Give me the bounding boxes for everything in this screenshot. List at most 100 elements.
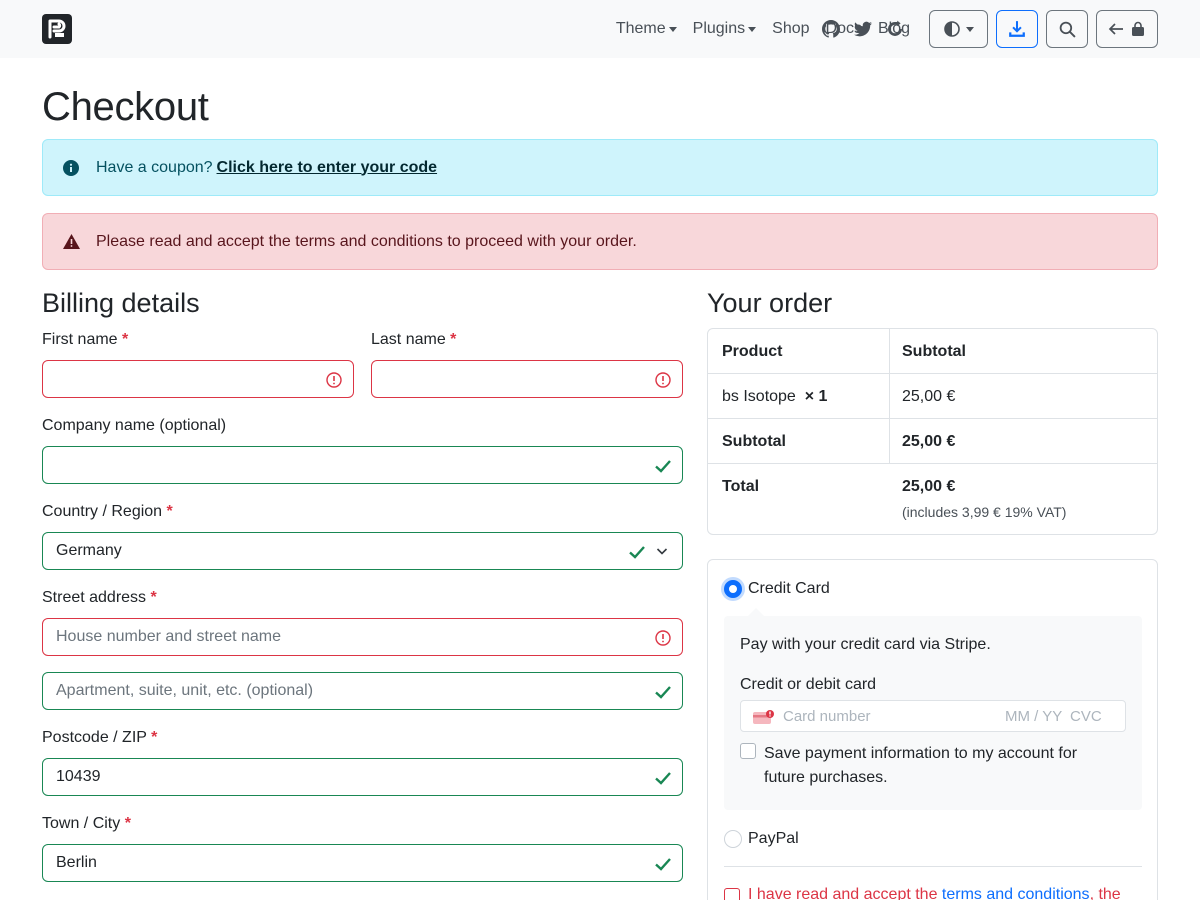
- caret-down-icon: [748, 27, 757, 32]
- billing-title: Billing details: [42, 288, 200, 318]
- item-name: bs Isotope: [722, 388, 796, 405]
- total-value: 25,00 €: [902, 478, 956, 495]
- terms-checkbox[interactable]: [724, 888, 740, 900]
- search-button[interactable]: [1046, 10, 1088, 48]
- item-cell: bs Isotope × 1: [722, 388, 827, 406]
- terms-link[interactable]: terms and conditions: [942, 886, 1090, 900]
- city-field[interactable]: Berlin: [42, 844, 683, 882]
- coupon-link[interactable]: Click here to enter your code: [217, 159, 438, 177]
- postcode-label-text: Postcode / ZIP: [42, 729, 147, 746]
- search-icon: [1059, 21, 1076, 38]
- github-icon[interactable]: [822, 20, 840, 38]
- stripe-box-arrow: [748, 608, 764, 616]
- check-icon: [655, 686, 671, 699]
- card-cvc-placeholder: CVC: [1070, 708, 1102, 725]
- navbar: Theme Plugins Shop Docs Blog: [0, 0, 1200, 58]
- refresh-icon[interactable]: [886, 20, 904, 38]
- check-icon: [655, 460, 671, 473]
- street2-placeholder: Apartment, suite, unit, etc. (optional): [56, 682, 314, 699]
- required-mark: *: [124, 815, 131, 832]
- table-row: bs Isotope × 1 25,00 €: [708, 374, 1157, 419]
- paypal-label[interactable]: PayPal: [748, 830, 799, 848]
- coupon-alert: Have a coupon? Click here to enter your …: [42, 139, 1158, 196]
- required-mark: *: [166, 503, 173, 520]
- save-payment-label[interactable]: Save payment information to my account f…: [764, 742, 1077, 790]
- company-field[interactable]: [42, 446, 683, 484]
- last-name-label: Last name *: [371, 331, 456, 349]
- first-name-field[interactable]: [42, 360, 354, 398]
- twitter-icon[interactable]: [854, 20, 872, 38]
- theme-toggle-button[interactable]: [929, 10, 988, 48]
- order-title: Your order: [707, 288, 833, 318]
- total-label: Total: [722, 478, 760, 495]
- required-mark: *: [150, 589, 157, 606]
- error-circle-icon: [655, 372, 671, 388]
- street-address-2-field[interactable]: Apartment, suite, unit, etc. (optional): [42, 672, 683, 710]
- payment-methods: Credit Card Pay with your credit card vi…: [707, 559, 1158, 900]
- info-icon: [63, 159, 81, 177]
- country-value: Germany: [56, 542, 122, 559]
- subtotal-row: Subtotal 25,00 €: [708, 419, 1157, 464]
- city-value: Berlin: [56, 854, 97, 871]
- card-number-input[interactable]: Card number MM / YY CVC: [740, 700, 1126, 732]
- required-mark: *: [151, 729, 158, 746]
- coupon-text: Have a coupon?: [96, 158, 213, 176]
- error-circle-icon: [655, 630, 671, 646]
- save-payment-line1: Save payment information to my account f…: [764, 745, 1078, 762]
- country-label-text: Country / Region: [42, 503, 163, 520]
- error-circle-icon: [326, 372, 342, 388]
- download-button[interactable]: [996, 10, 1038, 48]
- nav-theme-label: Theme: [615, 20, 666, 37]
- check-icon: [655, 858, 671, 871]
- city-label-text: Town / City: [42, 815, 121, 832]
- stripe-payment-box: Pay with your credit card via Stripe. Cr…: [724, 616, 1142, 810]
- social-icons: [822, 0, 904, 58]
- nav-plugins[interactable]: Plugins: [693, 20, 757, 38]
- postcode-field[interactable]: 10439: [42, 758, 683, 796]
- check-icon: [655, 772, 671, 785]
- country-label: Country / Region *: [42, 503, 173, 521]
- postcode-value: 10439: [56, 768, 101, 785]
- company-label: Company name (optional): [42, 417, 227, 434]
- terms-prefix: I have read and accept the: [748, 886, 938, 900]
- nav-shop[interactable]: Shop: [772, 20, 809, 38]
- item-qty: × 1: [804, 388, 828, 405]
- street-address-field[interactable]: House number and street name: [42, 618, 683, 656]
- first-name-label-text: First name: [42, 331, 118, 348]
- first-name-label: First name *: [42, 331, 128, 349]
- subtotal-label: Subtotal: [722, 433, 786, 450]
- stripe-description: Pay with your credit card via Stripe.: [740, 636, 991, 653]
- save-payment-checkbox[interactable]: [740, 743, 756, 759]
- terms-error-alert: Please read and accept the terms and con…: [42, 213, 1158, 270]
- city-label: Town / City *: [42, 815, 131, 833]
- last-name-field[interactable]: [371, 360, 683, 398]
- last-name-label-text: Last name: [371, 331, 446, 348]
- terms-label[interactable]: I have read and accept the terms and con…: [748, 886, 1121, 900]
- header-subtotal: Subtotal: [902, 343, 966, 360]
- card-number-placeholder: Card number: [783, 708, 871, 725]
- order-summary-table: Product Subtotal bs Isotope × 1 25,00 € …: [707, 328, 1158, 535]
- country-select[interactable]: Germany: [42, 532, 683, 570]
- terms-suffix: , the: [1089, 886, 1121, 900]
- payment-divider: [724, 866, 1142, 867]
- card-label: Credit or debit card: [740, 676, 877, 693]
- cart-button[interactable]: [1096, 10, 1158, 48]
- page-title: Checkout: [42, 85, 209, 129]
- required-mark: *: [122, 331, 129, 348]
- credit-card-radio[interactable]: [724, 580, 742, 598]
- download-icon: [1009, 21, 1025, 37]
- required-mark: *: [450, 331, 457, 348]
- vat-note: (includes 3,99 € 19% VAT): [902, 504, 1067, 520]
- nav-theme[interactable]: Theme: [616, 20, 677, 38]
- item-price: 25,00 €: [902, 388, 956, 405]
- street-placeholder: House number and street name: [56, 628, 282, 645]
- total-row: Total 25,00 €: [708, 464, 1157, 509]
- paypal-radio[interactable]: [724, 830, 742, 848]
- header-product: Product: [722, 343, 783, 360]
- nav-shop-label: Shop: [772, 20, 810, 37]
- credit-card-label[interactable]: Credit Card: [748, 580, 830, 598]
- postcode-label: Postcode / ZIP *: [42, 729, 157, 747]
- table-header-row: Product Subtotal: [708, 329, 1157, 374]
- save-payment-line2: future purchases.: [764, 769, 888, 786]
- brand-logo[interactable]: [42, 14, 72, 44]
